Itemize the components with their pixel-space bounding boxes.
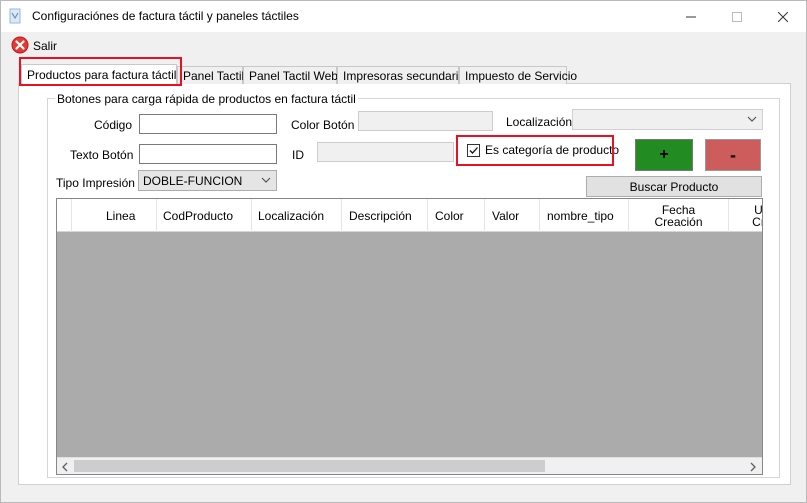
menu-bar: Salir bbox=[1, 32, 806, 58]
tipo-impresion-label: Tipo Impresión bbox=[56, 176, 135, 190]
title-bar: Configuraciónes de factura táctil y pane… bbox=[1, 1, 806, 32]
scroll-left-icon[interactable] bbox=[58, 460, 72, 473]
color-boton-field[interactable] bbox=[358, 111, 493, 131]
column-header-text: Cr bbox=[752, 214, 762, 229]
column-header-linea[interactable]: Linea bbox=[72, 199, 157, 232]
column-header-text: Localización bbox=[258, 208, 325, 223]
column-header-text: U bbox=[754, 202, 763, 217]
tab-impresoras-secundarias[interactable]: Impresoras secundarias bbox=[337, 66, 471, 84]
buscar-producto-button[interactable]: Buscar Producto bbox=[586, 176, 762, 197]
salir-label: Salir bbox=[33, 39, 58, 53]
column-header-valor[interactable]: Valor bbox=[485, 199, 540, 232]
column-header-usuario-creacion[interactable]: U Cr bbox=[729, 199, 763, 232]
add-button[interactable]: + bbox=[635, 139, 693, 171]
color-boton-label: Color Botón bbox=[291, 118, 355, 132]
tab-impuesto-servicio[interactable]: Impuesto de Servicio bbox=[459, 66, 577, 84]
column-header-text: Valor bbox=[492, 208, 520, 223]
column-header-fecha-creacion[interactable]: Fecha Creación bbox=[629, 199, 729, 232]
chevron-down-icon bbox=[746, 112, 758, 126]
tipo-impresion-value: DOBLE-FUNCION bbox=[143, 174, 243, 188]
tab-label: Impuesto de Servicio bbox=[465, 69, 578, 83]
scroll-right-icon[interactable] bbox=[746, 460, 760, 473]
app-icon bbox=[9, 8, 21, 24]
column-header-text: Color bbox=[435, 208, 464, 223]
codigo-input[interactable] bbox=[139, 114, 277, 134]
column-header-text: nombre_tipo bbox=[547, 208, 614, 223]
column-header-descripcion[interactable]: Descripción bbox=[342, 199, 428, 232]
column-header-localizacion[interactable]: Localización bbox=[252, 199, 342, 232]
exit-icon bbox=[11, 36, 29, 57]
row-header-corner bbox=[57, 199, 72, 232]
chevron-down-icon bbox=[260, 173, 272, 187]
grid-header: Linea CodProducto Localización Descripci… bbox=[57, 199, 762, 232]
column-header-codproducto[interactable]: CodProducto bbox=[157, 199, 252, 232]
tipo-impresion-select[interactable]: DOBLE-FUNCION bbox=[138, 170, 277, 191]
tab-label: Panel Tactil bbox=[183, 69, 245, 83]
es-categoria-checkbox[interactable]: Es categoría de producto bbox=[467, 143, 619, 157]
checkbox-box[interactable] bbox=[467, 143, 480, 157]
texto-boton-input[interactable] bbox=[139, 144, 277, 164]
column-header-text: Fecha bbox=[661, 202, 696, 217]
texto-boton-label: Texto Botón bbox=[70, 148, 134, 162]
tab-label: Productos para factura táctil bbox=[27, 68, 177, 82]
tab-panel-tactil-web[interactable]: Panel Tactil Web bbox=[243, 66, 338, 84]
id-field[interactable] bbox=[317, 142, 454, 162]
column-header-text: Creación bbox=[654, 214, 703, 229]
group-title: Botones para carga rápida de productos e… bbox=[55, 92, 358, 106]
tab-label: Impresoras secundarias bbox=[343, 69, 472, 83]
close-button[interactable] bbox=[760, 1, 806, 32]
maximize-button[interactable] bbox=[714, 1, 760, 32]
window-title: Configuraciónes de factura táctil y pane… bbox=[32, 9, 299, 23]
scrollbar-thumb[interactable] bbox=[74, 460, 545, 472]
minimize-button[interactable] bbox=[668, 1, 714, 32]
horizontal-scrollbar[interactable] bbox=[57, 457, 762, 474]
id-label: ID bbox=[292, 148, 304, 162]
localizacion-label: Localización bbox=[506, 115, 573, 129]
column-header-color[interactable]: Color bbox=[428, 199, 485, 232]
tab-label: Panel Tactil Web bbox=[249, 69, 338, 83]
tab-panel-tactil[interactable]: Panel Tactil bbox=[177, 66, 245, 84]
column-header-text: Descripción bbox=[349, 208, 412, 223]
column-header-text: CodProducto bbox=[163, 208, 234, 223]
config-window: Configuraciónes de factura táctil y pane… bbox=[0, 0, 807, 503]
column-header-text: Linea bbox=[106, 208, 136, 223]
products-grid[interactable]: Linea CodProducto Localización Descripci… bbox=[56, 198, 763, 475]
es-categoria-label: Es categoría de producto bbox=[485, 143, 620, 157]
tab-productos-factura[interactable]: Productos para factura táctil bbox=[21, 64, 177, 86]
remove-button[interactable]: - bbox=[705, 139, 761, 171]
localizacion-select[interactable] bbox=[572, 109, 763, 130]
codigo-label: Código bbox=[94, 118, 133, 132]
column-header-nombre-tipo[interactable]: nombre_tipo bbox=[540, 199, 629, 232]
salir-menu-item[interactable]: Salir bbox=[11, 36, 57, 56]
